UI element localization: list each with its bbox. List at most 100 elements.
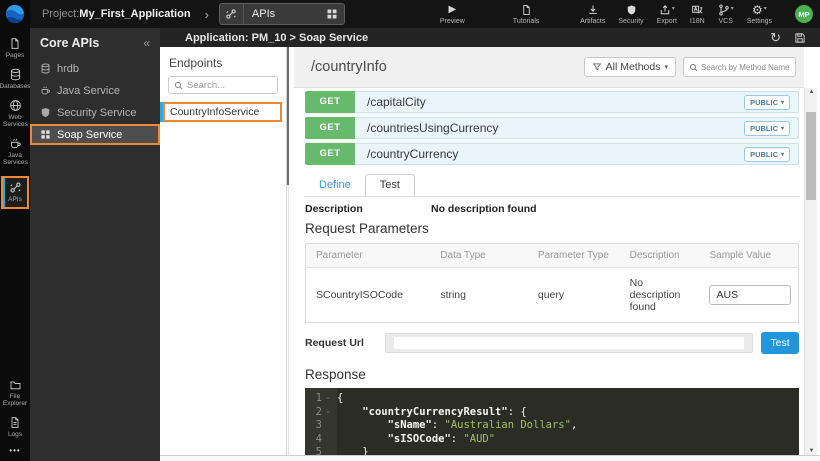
- settings-label: Settings: [747, 18, 772, 25]
- databases-icon: [9, 68, 22, 81]
- vcs-label: VCS: [718, 18, 732, 25]
- core-api-item-soap-service[interactable]: Soap Service: [30, 124, 160, 145]
- top-bar: Project:My_First_Application › APIs ▶ Pr…: [0, 0, 820, 28]
- refresh-icon[interactable]: ↻: [770, 31, 781, 44]
- play-icon: ▶: [448, 3, 456, 16]
- get-verb-badge[interactable]: GET: [305, 143, 355, 165]
- core-apis-panel: Core APIs « hrdb Java Service: [30, 28, 160, 461]
- sidebar-item-apis[interactable]: APIs: [1, 176, 29, 209]
- user-avatar[interactable]: MP: [795, 5, 813, 23]
- tab-test[interactable]: Test: [365, 174, 415, 196]
- caret-down-icon: ▾: [672, 5, 675, 12]
- file-explorer-folder-icon: [9, 379, 22, 391]
- method-row[interactable]: GET /countriesUsingCurrency PUBLIC ▾: [305, 117, 799, 139]
- sidebar-item-web-services[interactable]: Web Services: [0, 99, 30, 128]
- method-search-input[interactable]: [701, 63, 790, 72]
- method-path: /capitalCity: [367, 95, 426, 109]
- bottom-strip: [160, 455, 820, 461]
- core-api-item-security-service[interactable]: Security Service: [30, 102, 160, 123]
- data-type-cell: string: [430, 268, 528, 323]
- endpoints-scrollbar-thumb[interactable]: [287, 47, 289, 185]
- tutorials-button[interactable]: Tutorials: [513, 3, 540, 25]
- logs-icon: [9, 416, 21, 429]
- endpoints-search[interactable]: [168, 76, 278, 94]
- sidebar-item-file-explorer[interactable]: File Explorer: [0, 379, 30, 407]
- app-window: Project:My_First_Application › APIs ▶ Pr…: [0, 0, 820, 461]
- application-breadcrumb: Application: PM_10 > Soap Service: [185, 32, 368, 44]
- settings-button[interactable]: ⚙ ▾ Settings: [747, 3, 772, 25]
- project-breadcrumb[interactable]: Project:My_First_Application: [42, 8, 191, 20]
- soap-service-icon: [40, 129, 51, 140]
- grid-icon[interactable]: [326, 8, 338, 20]
- sample-value-input[interactable]: [709, 285, 791, 305]
- preview-button[interactable]: ▶ Preview: [440, 3, 465, 25]
- security-button[interactable]: Security: [618, 3, 643, 25]
- export-label: Export: [657, 18, 677, 25]
- code-line: 5 }: [305, 446, 799, 455]
- application-bar: Application: PM_10 > Soap Service ↻: [160, 28, 820, 47]
- access-dropdown[interactable]: PUBLIC ▾: [744, 95, 790, 110]
- fold-icon[interactable]: -: [322, 406, 334, 420]
- code-line: 1- {: [305, 392, 799, 406]
- column-header: Parameter: [306, 244, 431, 268]
- test-button[interactable]: Test: [761, 332, 799, 354]
- caret-down-icon: ▾: [764, 5, 767, 12]
- artifacts-download-icon: [587, 3, 599, 16]
- caret-down-icon: ▾: [664, 63, 668, 71]
- access-dropdown[interactable]: PUBLIC ▾: [744, 121, 790, 136]
- workspace-tab-apis[interactable]: APIs: [219, 3, 345, 25]
- request-url-input[interactable]: [394, 337, 744, 349]
- collapse-panel-icon[interactable]: «: [143, 36, 150, 50]
- core-api-item-hrdb[interactable]: hrdb: [30, 58, 160, 79]
- core-api-item-label: Java Service: [57, 85, 120, 97]
- column-header: Description: [620, 244, 700, 268]
- response-code-editor[interactable]: 1- { 2- "countryCurrencyResult": { 3 "sN…: [305, 388, 799, 455]
- endpoint-item-countryinfoservice[interactable]: CountryInfoService: [163, 102, 282, 122]
- sidebar-item-pages[interactable]: Pages: [0, 37, 30, 59]
- vcs-button[interactable]: ▾ VCS: [718, 3, 734, 25]
- i18n-button[interactable]: I18N: [690, 3, 705, 25]
- project-name: My_First_Application: [79, 8, 190, 20]
- tutorials-doc-icon: [521, 3, 532, 16]
- sidebar-item-databases[interactable]: Databases: [0, 68, 30, 90]
- scroll-down-arrow[interactable]: ▼: [805, 448, 818, 454]
- methods-filter-dropdown[interactable]: All Methods ▾: [584, 57, 676, 77]
- artifacts-button[interactable]: Artifacts: [580, 3, 605, 25]
- get-verb-badge[interactable]: GET: [305, 117, 355, 139]
- scroll-up-arrow[interactable]: ▲: [805, 89, 818, 95]
- access-dropdown[interactable]: PUBLIC ▾: [744, 147, 790, 162]
- wavemaker-logo-icon[interactable]: [0, 0, 30, 28]
- sidebar-item-logs[interactable]: Logs: [0, 416, 30, 438]
- more-options-icon[interactable]: •••: [9, 446, 20, 455]
- topbar-right-actions: Artifacts Security ▾: [580, 3, 820, 25]
- core-api-item-label: hrdb: [57, 63, 79, 75]
- get-verb-badge[interactable]: GET: [305, 91, 355, 113]
- fold-icon[interactable]: -: [322, 392, 334, 406]
- request-parameters-table: Parameter Data Type Parameter Type Descr…: [305, 243, 799, 323]
- method-row[interactable]: GET /countryCurrency PUBLIC ▾: [305, 143, 799, 165]
- access-label: PUBLIC: [750, 150, 778, 159]
- workspace-tab-label: APIs: [244, 8, 326, 20]
- core-api-item-java-service[interactable]: Java Service: [30, 80, 160, 101]
- i18n-translate-icon: [691, 3, 704, 16]
- chevron-right-icon: ›: [205, 7, 209, 22]
- i18n-label: I18N: [690, 18, 705, 25]
- method-search[interactable]: [683, 57, 796, 77]
- code-line: 2- "countryCurrencyResult": {: [305, 406, 799, 420]
- scrollbar-thumb[interactable]: [806, 112, 816, 200]
- method-row[interactable]: GET /capitalCity PUBLIC ▾: [305, 91, 799, 113]
- core-api-item-label: Security Service: [57, 107, 136, 119]
- endpoints-search-input[interactable]: [187, 80, 272, 91]
- access-label: PUBLIC: [750, 124, 778, 133]
- search-icon: [689, 63, 698, 72]
- filter-funnel-icon: [592, 62, 602, 72]
- security-shield-icon: [626, 3, 637, 16]
- sidebar-item-java-services[interactable]: Java Services: [0, 137, 30, 166]
- line-number: 5: [305, 446, 322, 455]
- save-icon[interactable]: [794, 32, 806, 44]
- export-button[interactable]: ▾ Export: [657, 3, 677, 25]
- tab-define[interactable]: Define: [305, 174, 365, 196]
- main-scrollbar[interactable]: ▲ ▼: [804, 88, 817, 455]
- artifacts-label: Artifacts: [580, 18, 605, 25]
- vcs-branch-icon: [718, 3, 730, 16]
